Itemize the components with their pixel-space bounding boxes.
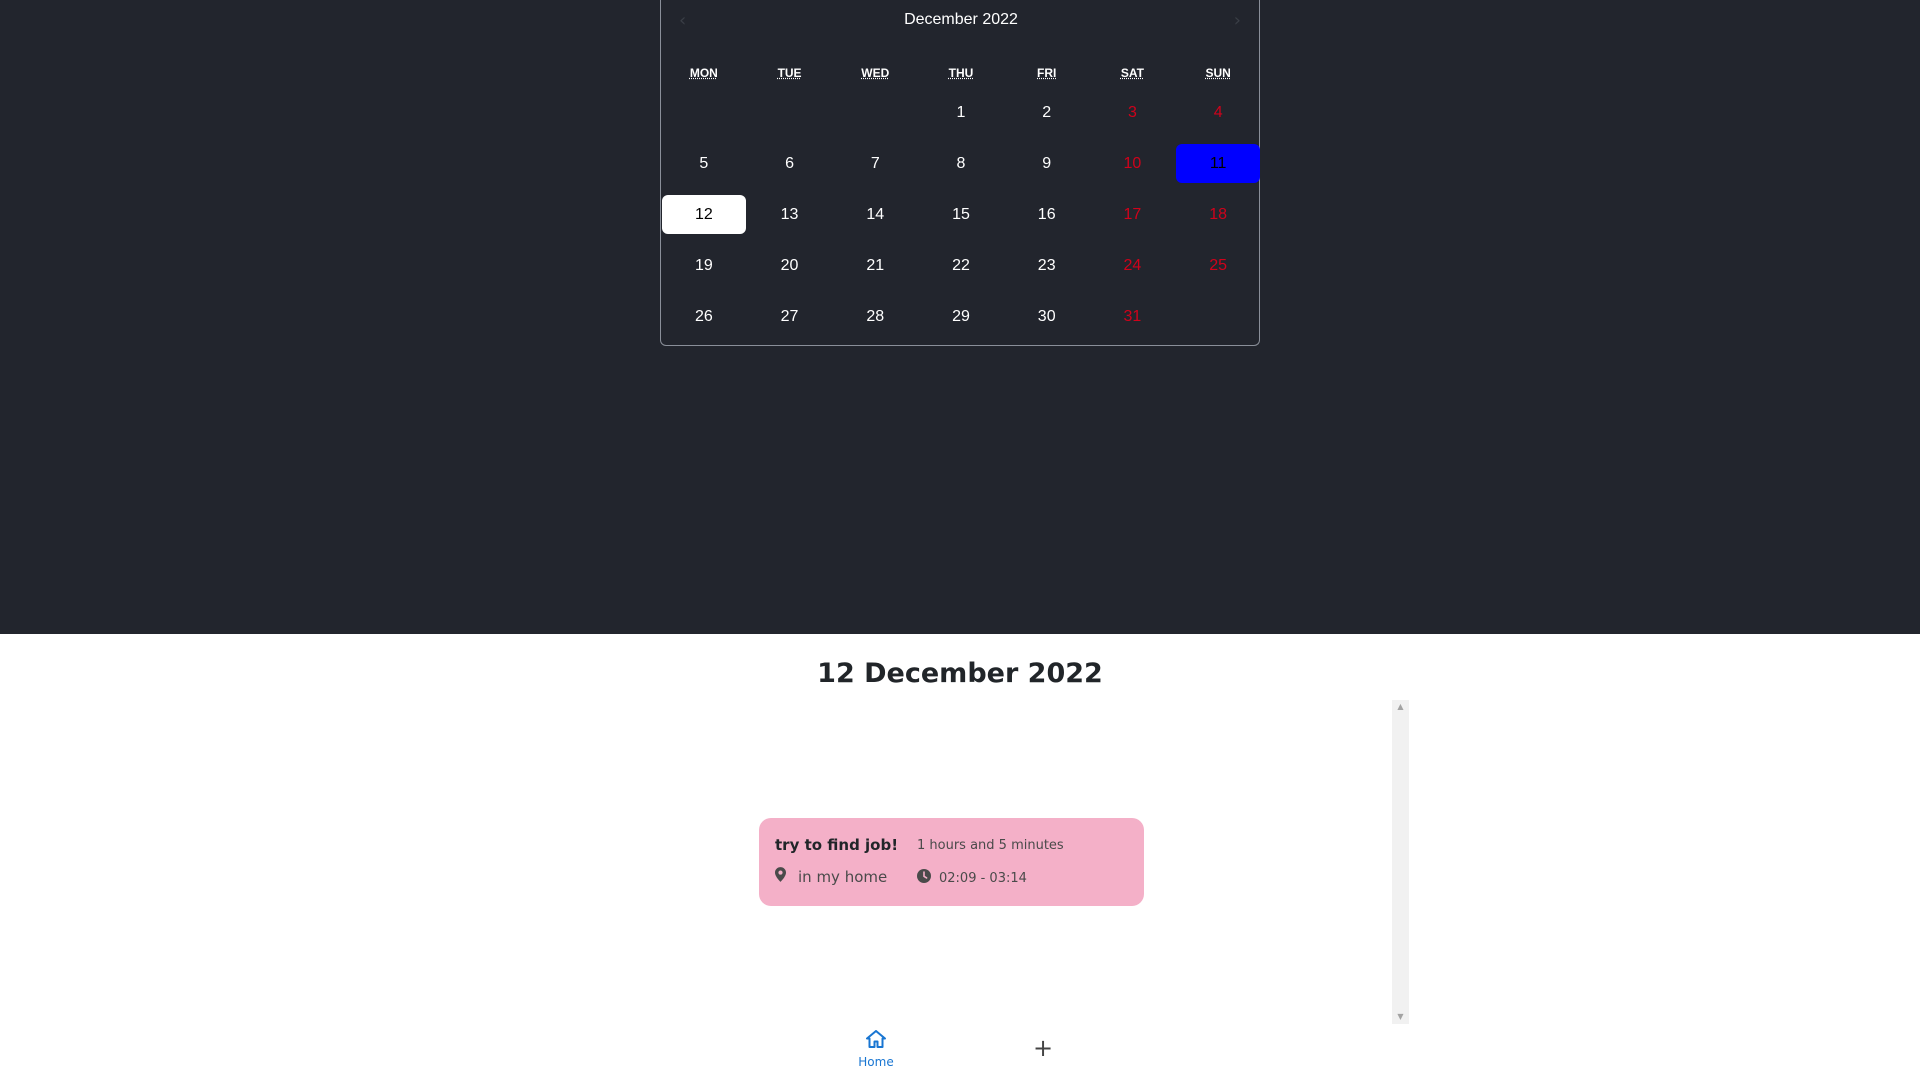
nav-home-label: Home — [858, 1055, 894, 1069]
event-title: try to find job! — [775, 836, 899, 854]
calendar-day[interactable]: 29 — [919, 297, 1003, 336]
calendar-day[interactable]: 22 — [919, 246, 1003, 285]
calendar-day[interactable]: 17 — [1091, 195, 1175, 234]
event-time: 02:09 - 03:14 — [917, 869, 1027, 887]
calendar-day[interactable]: 27 — [748, 297, 832, 336]
calendar-day[interactable]: 26 — [662, 297, 746, 336]
weekday-label: THU — [948, 66, 974, 80]
calendar-day[interactable]: 24 — [1091, 246, 1175, 285]
calendar-day[interactable]: 9 — [1005, 144, 1089, 183]
weekday-label: SUN — [1205, 66, 1231, 80]
map-pin-icon — [775, 867, 786, 886]
weekday-label: TUE — [777, 66, 802, 80]
calendar-day[interactable]: 31 — [1091, 297, 1175, 336]
event-duration: 1 hours and 5 minutes — [917, 838, 1064, 853]
calendar-section: ‹ December 2022 › MON TUE WED THU FRI SAT SUN … — [0, 0, 1920, 634]
calendar-day[interactable]: 19 — [662, 246, 746, 285]
scroll-down-arrow[interactable]: ▼ — [1392, 1010, 1409, 1024]
calendar-day[interactable]: 2 — [1005, 93, 1089, 132]
calendar-day[interactable]: 23 — [1005, 246, 1089, 285]
scroll-up-arrow[interactable]: ▲ — [1392, 700, 1409, 714]
event-location-text: in my home — [798, 867, 888, 886]
calendar-day[interactable]: 10 — [1091, 144, 1175, 183]
weekday-header: MON TUE WED THU FRI SAT SUN — [661, 66, 1261, 80]
event-location: in my home — [775, 867, 887, 886]
calendar-days-grid: 1 2 3 4 5 6 7 8 9 10 11 12 13 14 15 16 17 18 19 20 21 22 23 24 2… — [661, 87, 1261, 342]
calendar-day[interactable]: 15 — [919, 195, 1003, 234]
weekday-label: SAT — [1120, 66, 1144, 80]
calendar-empty-cell — [748, 93, 832, 132]
calendar-day[interactable]: 3 — [1091, 93, 1175, 132]
calendar-day[interactable]: 28 — [833, 297, 917, 336]
bottom-navigation: Home + — [0, 1030, 1920, 1080]
event-time-range: 02:09 - 03:14 — [939, 870, 1027, 886]
weekday-label: MON — [689, 66, 718, 80]
add-event-button[interactable]: + — [1033, 1036, 1053, 1060]
nav-home-button[interactable]: Home — [846, 1030, 906, 1069]
calendar-day[interactable]: 4 — [1176, 93, 1260, 132]
calendar-day[interactable]: 14 — [833, 195, 917, 234]
calendar: ‹ December 2022 › MON TUE WED THU FRI SAT SUN … — [660, 0, 1260, 346]
home-icon — [866, 1030, 886, 1052]
calendar-day[interactable]: 6 — [748, 144, 832, 183]
weekday-label: WED — [861, 66, 890, 80]
calendar-day[interactable]: 13 — [748, 195, 832, 234]
clock-icon — [917, 869, 931, 887]
calendar-day[interactable]: 1 — [919, 93, 1003, 132]
calendar-day[interactable]: 7 — [833, 144, 917, 183]
calendar-day[interactable]: 5 — [662, 144, 746, 183]
calendar-day[interactable]: 16 — [1005, 195, 1089, 234]
calendar-day[interactable]: 20 — [748, 246, 832, 285]
next-month-button[interactable]: › — [1234, 10, 1241, 31]
calendar-day[interactable]: 25 — [1176, 246, 1260, 285]
calendar-day[interactable]: 8 — [919, 144, 1003, 183]
calendar-day[interactable]: 12 — [662, 195, 746, 234]
calendar-month-title[interactable]: December 2022 — [661, 11, 1261, 29]
calendar-day[interactable]: 11 — [1176, 144, 1260, 183]
selected-date-heading: 12 December 2022 — [817, 658, 1103, 689]
calendar-day[interactable]: 18 — [1176, 195, 1260, 234]
weekday-label: FRI — [1037, 66, 1057, 80]
calendar-day[interactable]: 30 — [1005, 297, 1089, 336]
calendar-empty-cell — [662, 93, 746, 132]
calendar-day[interactable]: 21 — [833, 246, 917, 285]
event-list-scrollbar[interactable]: ▲ ▼ — [1392, 700, 1409, 1024]
event-card[interactable]: try to find job! 1 hours and 5 minutes i… — [759, 818, 1144, 906]
calendar-empty-cell — [833, 93, 917, 132]
